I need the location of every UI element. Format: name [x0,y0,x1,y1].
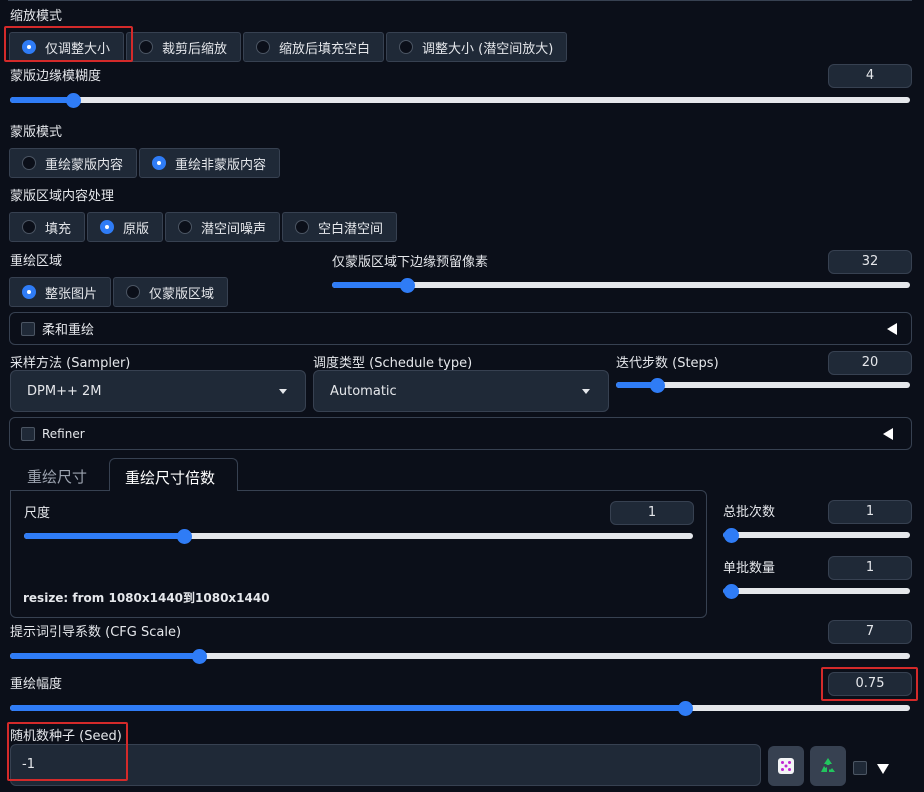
mask-blur-number[interactable]: 4 [828,64,912,88]
chevron-down-icon [582,388,590,394]
radio-icon [22,285,36,299]
steps-number[interactable]: 20 [828,351,912,375]
masked-content-label: 蒙版区域内容处理 [10,189,115,204]
cfg-scale-number[interactable]: 7 [828,620,912,644]
radio-icon [22,220,36,234]
slider-fill [332,282,408,288]
random-seed-button[interactable] [768,746,804,786]
mask-blur-label: 蒙版边缘模糊度 [10,69,102,84]
seed-input[interactable]: -1 [10,744,761,786]
radio-icon [152,156,167,170]
refiner-accordion[interactable]: Refiner [9,417,912,450]
refiner-label: Refiner [42,426,85,441]
resize-info-text: resize: from 1080x1440到1080x1440 [23,591,270,605]
slider-thumb[interactable] [191,648,207,664]
slider-thumb[interactable] [65,92,81,108]
masked-content-group: 填充 原版 潜空间噪声 空白潜空间 [9,212,398,242]
steps-slider[interactable] [616,377,910,393]
soft-inpainting-label: 柔和重绘 [42,323,95,338]
schedule-type-dropdown[interactable]: Automatic [313,370,609,412]
radio-icon [139,40,154,54]
resize-mode-group: 仅调整大小 裁剪后缩放 缩放后填充空白 调整大小 (潜空间放大) [9,32,568,62]
mask-mode-option-inpaint-masked[interactable]: 重绘蒙版内容 [9,148,138,178]
inpaint-area-label: 重绘区域 [10,254,63,269]
inpaint-area-group: 整张图片 仅蒙版区域 [9,277,229,307]
sampler-label: 采样方法 (Sampler) [10,356,131,371]
radio-icon [178,220,193,234]
radio-icon [295,220,310,234]
slider-fill [10,705,685,711]
seed-extra-checkbox[interactable] [853,761,867,775]
sampler-dropdown[interactable]: DPM++ 2M [10,370,306,412]
schedule-type-label: 调度类型 (Schedule type) [313,356,473,371]
scale-number[interactable]: 1 [610,501,694,525]
radio-icon [22,40,36,54]
radio-icon [22,156,36,170]
collapse-triangle-icon[interactable] [883,428,893,440]
radio-icon [100,220,115,234]
slider-thumb[interactable] [649,377,665,393]
reuse-seed-button[interactable] [810,746,846,786]
slider-fill [24,533,185,539]
radio-icon [126,285,141,299]
schedule-type-value: Automatic [330,383,397,399]
mask-mode-label: 蒙版模式 [10,125,63,140]
slider-thumb[interactable] [723,583,739,599]
denoising-label: 重绘幅度 [10,677,63,692]
slider-thumb[interactable] [677,700,693,716]
resize-mode-option-resize-fill[interactable]: 缩放后填充空白 [243,32,385,62]
refiner-checkbox[interactable] [21,426,35,441]
only-masked-padding-number[interactable]: 32 [828,250,912,274]
masked-content-option-fill[interactable]: 填充 [9,212,86,242]
inpaint-area-option-whole-picture[interactable]: 整张图片 [9,277,112,307]
tab-resize-by[interactable]: 重绘尺寸倍数 [109,458,238,491]
scale-label: 尺度 [24,506,51,521]
slider-fill [10,653,199,659]
cfg-scale-slider[interactable] [10,648,910,664]
mask-blur-slider[interactable] [10,92,910,108]
collapse-triangle-icon[interactable] [887,323,897,335]
triangle-down-icon[interactable] [877,764,889,774]
denoising-slider[interactable] [10,700,910,716]
batch-count-label: 总批次数 [723,505,776,520]
masked-content-option-latent-nothing[interactable]: 空白潜空间 [282,212,398,242]
slider-thumb[interactable] [399,277,415,293]
denoising-number[interactable]: 0.75 [828,672,912,696]
radio-icon [399,40,414,54]
top-divider [8,0,912,1]
cfg-scale-label: 提示词引导系数 (CFG Scale) [10,625,182,640]
batch-size-number[interactable]: 1 [828,556,912,580]
recycle-icon [821,758,835,772]
slider-thumb[interactable] [723,527,739,543]
soft-inpainting-accordion[interactable]: 柔和重绘 [9,312,912,345]
resize-mode-option-latent-upscale[interactable]: 调整大小 (潜空间放大) [386,32,568,62]
mask-mode-option-inpaint-not-masked[interactable]: 重绘非蒙版内容 [139,148,281,178]
mask-mode-group: 重绘蒙版内容 重绘非蒙版内容 [9,148,281,178]
only-masked-padding-label: 仅蒙版区域下边缘预留像素 [332,255,489,270]
batch-size-slider[interactable] [723,583,910,599]
batch-size-label: 单批数量 [723,561,776,576]
masked-content-option-original[interactable]: 原版 [87,212,164,242]
chevron-down-icon [279,388,287,394]
only-masked-padding-slider[interactable] [332,277,910,293]
resize-mode-label: 缩放模式 [10,9,63,24]
tab-resize-to[interactable]: 重绘尺寸 [27,466,87,487]
seed-label: 随机数种子 (Seed) [10,729,122,744]
slider-thumb[interactable] [177,528,193,544]
inpaint-area-option-only-masked[interactable]: 仅蒙版区域 [113,277,229,307]
masked-content-option-latent-noise[interactable]: 潜空间噪声 [165,212,281,242]
resize-mode-option-crop-resize[interactable]: 裁剪后缩放 [126,32,242,62]
radio-icon [256,40,271,54]
scale-slider[interactable] [24,528,693,544]
sampler-value: DPM++ 2M [27,383,102,399]
soft-inpainting-checkbox[interactable] [21,321,35,336]
resize-mode-option-resize-only[interactable]: 仅调整大小 [9,32,125,62]
batch-count-slider[interactable] [723,527,910,543]
slider-fill [10,97,73,103]
batch-count-number[interactable]: 1 [828,500,912,524]
steps-label: 迭代步数 (Steps) [616,356,719,371]
dice-icon [778,758,794,774]
